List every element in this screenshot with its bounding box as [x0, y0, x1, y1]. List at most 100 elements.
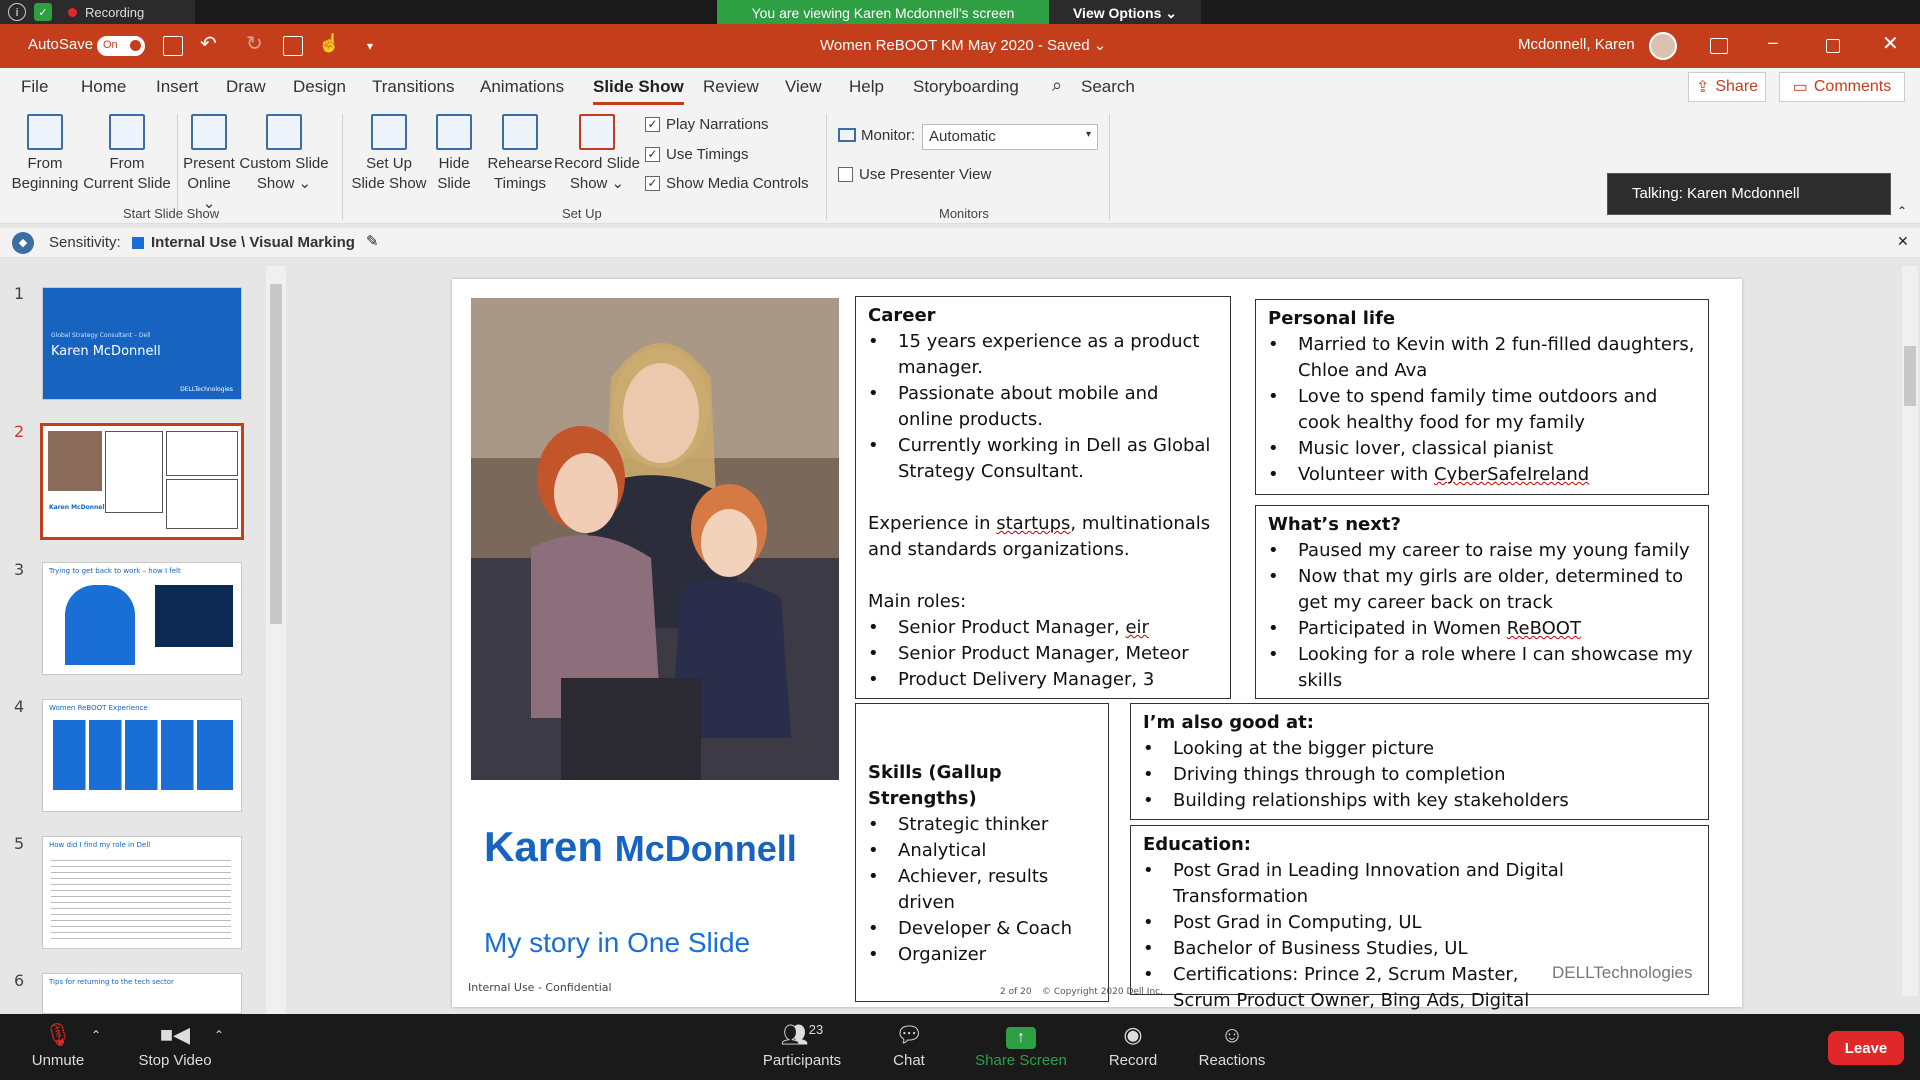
user-name[interactable]: Mcdonnell, Karen: [1518, 36, 1635, 53]
search-icon[interactable]: ⌕: [1052, 75, 1062, 96]
scrollbar-thumb[interactable]: [1904, 346, 1916, 406]
use-timings-checkbox[interactable]: ✓ Use Timings: [645, 146, 749, 163]
text: ReBOOT: [1506, 618, 1581, 639]
record-button[interactable]: ◉ Record: [1105, 1022, 1161, 1069]
tab-storyboarding[interactable]: Storyboarding: [913, 77, 1019, 97]
good-title: I’m also good at:: [1143, 712, 1314, 733]
list-item: Product Delivery Manager, 3: [868, 667, 1218, 693]
tab-transitions[interactable]: Transitions: [372, 77, 455, 97]
play-narrations-checkbox[interactable]: ✓ Play Narrations: [645, 116, 769, 133]
participants-button[interactable]: 👥︎23 Participants: [756, 1022, 848, 1069]
group-label-monitors: Monitors: [939, 206, 989, 221]
list-item: Looking at the bigger picture: [1143, 736, 1696, 762]
avatar[interactable]: [1649, 32, 1677, 60]
microphone-muted-icon: 🎙︎: [44, 1022, 72, 1047]
redo-icon[interactable]: ↻: [246, 31, 263, 56]
education-title: Education:: [1143, 834, 1251, 855]
tab-slide-show[interactable]: Slide Show: [593, 77, 684, 105]
skills-box: Skills (Gallup Strengths) Strategic thin…: [855, 703, 1109, 1002]
slide-thumbnail-3[interactable]: Trying to get back to work – how I felt: [42, 562, 242, 675]
presenter-view-checkbox[interactable]: Use Presenter View: [838, 166, 991, 183]
from-current-slide-button[interactable]: From Current Slide: [82, 114, 172, 194]
tab-review[interactable]: Review: [703, 77, 759, 97]
editor-scrollbar[interactable]: [1902, 266, 1918, 996]
label: Show Media Controls: [666, 175, 809, 192]
undo-icon[interactable]: ↶: [200, 31, 217, 56]
chat-button[interactable]: 💬︎ Chat: [884, 1022, 934, 1069]
slide-canvas[interactable]: Karen McDonnell My story in One Slide In…: [452, 279, 1742, 1037]
tab-file[interactable]: File: [21, 77, 48, 97]
thumb-title: Women ReBOOT Experience: [49, 704, 148, 712]
slide-thumbnail-6[interactable]: Tips for returning to the tech sector: [42, 973, 242, 1014]
chevron-up-icon[interactable]: ⌃: [214, 1028, 224, 1042]
slide-thumbnail-5[interactable]: How did I find my role in Dell: [42, 836, 242, 949]
slide-thumbnail-4[interactable]: Women ReBOOT Experience: [42, 699, 242, 812]
tab-insert[interactable]: Insert: [156, 77, 199, 97]
tab-draw[interactable]: Draw: [226, 77, 266, 97]
present-online-button[interactable]: Present Online ⌄: [181, 114, 237, 214]
group-label-setup: Set Up: [562, 206, 602, 221]
touch-mode-icon[interactable]: ☝: [318, 33, 340, 54]
label: Hide: [438, 155, 470, 172]
slide-subtitle: My story in One Slide: [484, 927, 751, 958]
tag-icon: ◆: [12, 232, 34, 254]
customize-toolbar-icon[interactable]: ▾: [367, 39, 373, 53]
tab-view[interactable]: View: [785, 77, 822, 97]
list-item: Volunteer with CyberSafeIreland: [1268, 462, 1696, 488]
share-screen-button[interactable]: ↑ Share Screen: [970, 1022, 1072, 1069]
list-item: Building relationships with key stakehol…: [1143, 788, 1696, 814]
text: CyberSafeIreland: [1433, 464, 1590, 485]
monitor-select[interactable]: Automatic ▾: [922, 124, 1098, 150]
reactions-button[interactable]: ☺ Reactions: [1196, 1022, 1268, 1069]
tab-home[interactable]: Home: [81, 77, 126, 97]
check-icon: ✓: [645, 147, 660, 162]
play-current-icon: [109, 114, 145, 150]
participants-count: 23: [808, 1022, 824, 1037]
close-sensitivity-icon[interactable]: ✕: [1897, 233, 1909, 250]
close-icon[interactable]: ✕: [1882, 31, 1899, 56]
restore-icon[interactable]: [1826, 39, 1840, 53]
collapse-ribbon-icon[interactable]: ⌃: [1897, 204, 1907, 218]
autosave-toggle[interactable]: On: [97, 36, 145, 56]
stop-video-button[interactable]: ■◀ Stop Video: [130, 1022, 220, 1069]
label: Current Slide: [83, 175, 171, 192]
present-icon[interactable]: [283, 36, 303, 56]
document-title[interactable]: Women ReBOOT KM May 2020 - Saved ⌄: [820, 36, 1106, 54]
view-options-button[interactable]: View Options ⌄: [1049, 0, 1201, 26]
save-icon[interactable]: [163, 36, 183, 56]
thumb-logo: DELLTechnologies: [180, 386, 233, 393]
tab-design[interactable]: Design: [293, 77, 346, 97]
sensitivity-value[interactable]: Internal Use \ Visual Marking: [151, 234, 355, 251]
security-shield-icon[interactable]: ✓: [34, 3, 52, 21]
slide-thumbnail-1[interactable]: Global Strategy Consultant – Dell Karen …: [42, 287, 242, 400]
rehearse-timings-button[interactable]: Rehearse Timings: [487, 114, 553, 194]
label: Beginning: [11, 175, 79, 192]
slide-number: 1: [14, 284, 25, 303]
from-beginning-button[interactable]: From Beginning: [11, 114, 79, 194]
monitor-value: Automatic: [929, 128, 996, 145]
title-bar: AutoSave On ↶ ↻ ☝ ▾ Women ReBOOT KM May …: [0, 24, 1920, 68]
unmute-button[interactable]: 🎙︎ Unmute: [22, 1022, 94, 1069]
hide-slide-button[interactable]: Hide Slide: [432, 114, 476, 194]
share-button[interactable]: ⇪ Share: [1688, 72, 1766, 102]
info-icon[interactable]: i: [8, 3, 26, 21]
tab-help[interactable]: Help: [849, 77, 884, 97]
edit-pencil-icon[interactable]: ✎: [366, 232, 379, 250]
tab-animations[interactable]: Animations: [480, 77, 564, 97]
chat-icon: 💬︎: [895, 1022, 923, 1047]
ribbon-display-icon[interactable]: [1710, 38, 1728, 54]
record-slide-show-button[interactable]: Record Slide Show ⌄: [553, 114, 641, 194]
chevron-up-icon[interactable]: ⌃: [91, 1028, 101, 1042]
show-media-controls-checkbox[interactable]: ✓ Show Media Controls: [645, 175, 809, 192]
comments-button[interactable]: ▭ Comments: [1779, 72, 1905, 102]
search-box[interactable]: Search: [1081, 77, 1135, 97]
label: Record Slide: [554, 155, 640, 172]
custom-slide-show-button[interactable]: Custom Slide Show ⌄: [239, 114, 329, 194]
setup-slide-show-button[interactable]: Set Up Slide Show: [349, 114, 429, 194]
thumbnail-scrollbar[interactable]: [266, 266, 286, 1014]
leave-button[interactable]: Leave: [1828, 1031, 1904, 1065]
scrollbar-thumb[interactable]: [270, 284, 282, 624]
share-label: Share: [1715, 78, 1759, 95]
minimize-icon[interactable]: –: [1768, 32, 1778, 53]
slide-thumbnail-2[interactable]: Karen McDonnell: [40, 423, 244, 540]
